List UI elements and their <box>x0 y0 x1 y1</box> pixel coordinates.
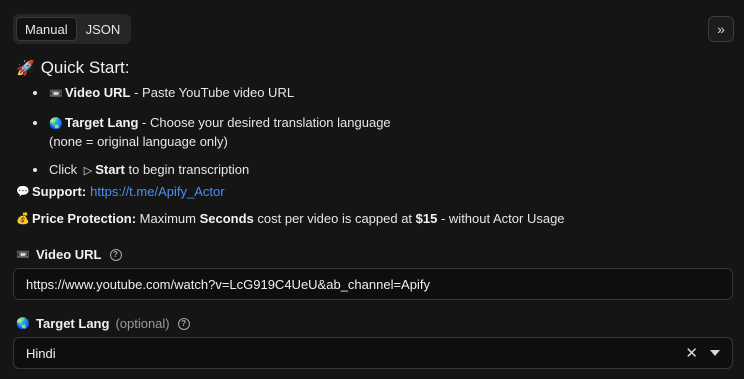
videotape-icon: 📼 <box>49 88 63 100</box>
globe-icon: 🌏 <box>16 318 30 330</box>
videotape-icon: 📼 <box>16 249 30 261</box>
target-lang-label: 🌏 Target Lang (optional) ? <box>16 316 190 331</box>
price-text: cost per video is capped at <box>253 211 416 226</box>
quick-start-list: 📼 Video URL - Paste YouTube video URL 🌏 Ta… <box>33 84 593 180</box>
support-label: Support: <box>32 184 87 199</box>
clear-icon[interactable]: ✕ <box>685 344 698 362</box>
step-text: - Paste YouTube video URL <box>130 85 295 100</box>
support-line: 💬 Support: https://t.me/Apify_Actor <box>16 184 225 199</box>
step-prefix: Click <box>49 162 81 177</box>
video-url-input[interactable]: https://www.youtube.com/watch?v=LcG919C4… <box>13 268 733 300</box>
target-lang-label-text: Target Lang <box>36 316 110 331</box>
tab-json[interactable]: JSON <box>77 17 130 41</box>
quick-start-title: Quick Start: <box>40 58 130 77</box>
step-text: - Choose your desired translation langua… <box>138 115 391 130</box>
target-lang-select[interactable]: Hindi ✕ <box>13 337 733 369</box>
list-item: 📼 Video URL - Paste YouTube video URL <box>33 84 593 103</box>
price-text: - without Actor Usage <box>437 211 565 226</box>
select-controls: ✕ <box>685 338 720 368</box>
input-mode-tabs: Manual JSON <box>13 14 131 44</box>
list-item: Click ▷ Start to begin transcription <box>33 161 593 180</box>
support-link[interactable]: https://t.me/Apify_Actor <box>90 184 224 199</box>
optional-tag: (optional) <box>115 316 170 331</box>
price-bold-seconds: Seconds <box>199 211 254 226</box>
step-label: Start <box>95 162 125 177</box>
video-url-value: https://www.youtube.com/watch?v=LcG919C4… <box>26 276 430 292</box>
help-icon[interactable]: ? <box>177 317 190 330</box>
help-icon[interactable]: ? <box>109 248 122 261</box>
list-item: 🌏 Target Lang - Choose your desired trans… <box>33 114 593 150</box>
price-protection-line: 💰 Price Protection: Maximum Seconds cost… <box>16 211 565 226</box>
step-label: Video URL <box>65 85 131 100</box>
expand-panel-button[interactable]: » <box>708 16 734 42</box>
play-icon: ▷ <box>83 165 93 177</box>
tab-manual[interactable]: Manual <box>16 17 77 41</box>
globe-icon: 🌏 <box>49 118 63 130</box>
video-url-label-text: Video URL <box>36 247 102 262</box>
quick-start-heading: 🚀 Quick Start: <box>16 58 130 78</box>
double-chevron-right-icon: » <box>717 21 725 37</box>
chevron-down-icon[interactable] <box>710 350 720 356</box>
step-text: to begin transcription <box>124 162 250 177</box>
step-label: Target Lang <box>65 115 139 130</box>
rocket-icon: 🚀 <box>16 60 35 77</box>
video-url-label: 📼 Video URL ? <box>16 247 122 262</box>
price-label: Price Protection: <box>32 211 137 226</box>
price-bold-amount: $15 <box>415 211 438 226</box>
target-lang-value: Hindi <box>26 345 56 361</box>
speech-bubble-icon: 💬 <box>16 186 30 198</box>
price-text: Maximum <box>136 211 200 226</box>
money-bag-icon: 💰 <box>16 213 30 225</box>
step-note: (none = original language only) <box>49 134 228 149</box>
